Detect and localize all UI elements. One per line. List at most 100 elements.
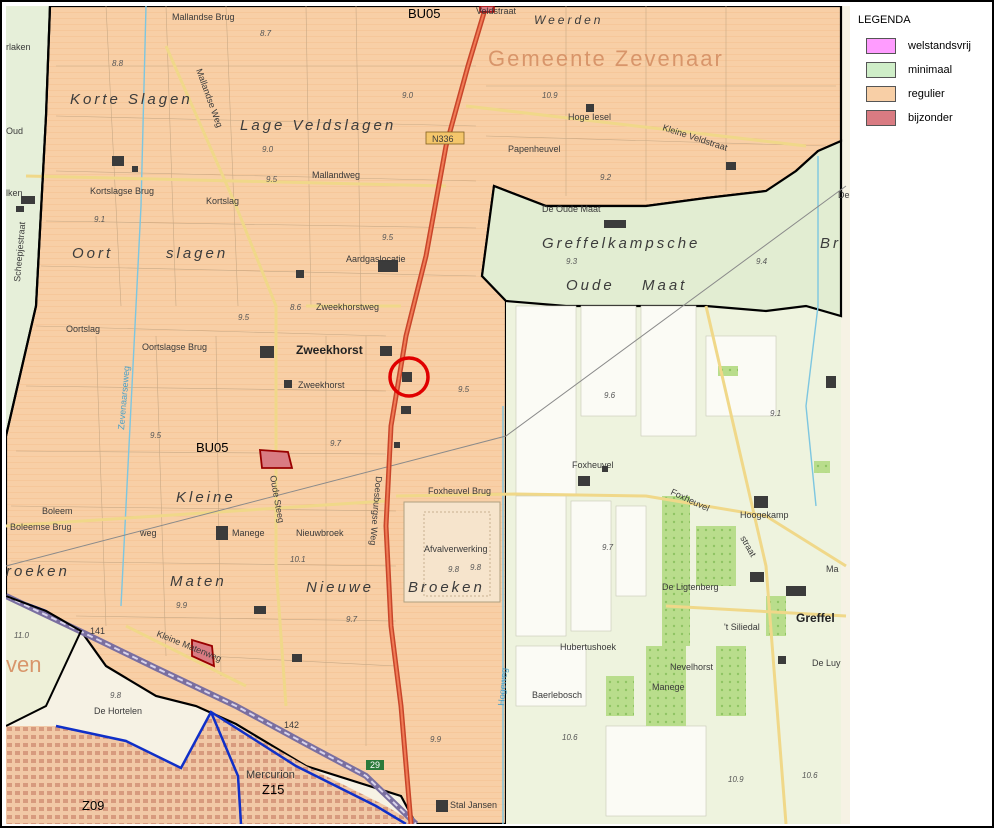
legend-swatch: [866, 38, 896, 54]
map-legend: LEGENDA welstandsvrij minimaal regulier …: [854, 10, 990, 130]
label-de-luy: De Luy: [812, 658, 841, 668]
label-mallandweg: Mallandweg: [312, 170, 360, 180]
road-number-141: 141: [90, 626, 105, 636]
label-greffel: Greffel: [796, 611, 835, 625]
label-manege: Manege: [232, 528, 265, 538]
road-number-142: 142: [284, 720, 299, 730]
label-boleem: Boleem: [42, 506, 73, 516]
height-label: 9.1: [94, 215, 105, 224]
label-afvalverwerking: Afvalverwerking: [424, 544, 488, 554]
label-weg: weg: [139, 528, 157, 538]
height-label: 9.0: [402, 91, 414, 100]
label-manege2: Manege: [652, 682, 685, 692]
label-nieuwbroek: Nieuwbroek: [296, 528, 344, 538]
label-lken: lken: [6, 188, 23, 198]
legend-label: bijzonder: [908, 112, 953, 124]
label-de-ligtenberg: De Ligtenberg: [662, 582, 719, 592]
height-label: 10.1: [290, 555, 306, 564]
height-label: 9.7: [346, 615, 358, 624]
label-mercurion: Mercurion: [246, 769, 295, 781]
height-label: 9.4: [756, 257, 768, 266]
label-veldstraat: Veldstraat: [476, 6, 517, 16]
label-oude: Oude: [566, 277, 615, 294]
legend-swatch: [866, 86, 896, 102]
height-label: 9.7: [330, 439, 342, 448]
zone-code-bu05-mid: BU05: [196, 440, 229, 455]
zone-code-z15: Z15: [262, 782, 284, 797]
height-label: 8.7: [260, 29, 272, 38]
label-weerden: Weerden: [534, 13, 603, 27]
label-slagen: slagen: [166, 245, 228, 262]
height-label: 9.5: [382, 233, 394, 242]
height-label: 10.9: [728, 775, 744, 784]
label-oud: Oud: [6, 126, 23, 136]
label-ven: ven: [6, 652, 41, 677]
label-de-oude-maat: De Oude Maat: [542, 204, 601, 214]
zone-code-z09: Z09: [82, 798, 104, 813]
label-aardgaslocatie: Aardgaslocatie: [346, 254, 406, 264]
label-municipality: Gemeente Zevenaar: [488, 46, 724, 71]
height-label: 9.5: [458, 385, 470, 394]
road-number-29: 29: [370, 760, 380, 770]
height-label: 9.5: [266, 175, 278, 184]
label-oortslag: Oortslag: [66, 324, 100, 334]
label-mallandse-brug: Mallandse Brug: [172, 12, 235, 22]
height-label: 9.1: [770, 409, 781, 418]
label-lage-veldslagen: Lage Veldslagen: [240, 117, 396, 134]
legend-item-minimaal: minimaal: [866, 58, 990, 82]
legend-item-welstandsvrij: welstandsvrij: [866, 34, 990, 58]
label-br: Br: [820, 235, 841, 252]
height-label: 8.8: [112, 59, 124, 68]
label-de: De: [838, 190, 850, 200]
height-label: 8.6: [290, 303, 302, 312]
label-nieuwe: Nieuwe: [306, 579, 374, 596]
map-canvas: Gemeente Zevenaar Korte Slagen Lage Veld…: [6, 6, 850, 824]
zone-code-bu05-top: BU05: [408, 6, 441, 21]
height-label: 11.0: [14, 631, 30, 640]
map-window: Gemeente Zevenaar Korte Slagen Lage Veld…: [0, 0, 994, 828]
label-foxheuvel: Foxheuvel: [572, 460, 614, 470]
height-label: 9.0: [262, 145, 274, 154]
label-maat: Maat: [642, 277, 687, 294]
label-n336: N336: [432, 134, 454, 144]
label-stal-jansen: Stal Jansen: [450, 800, 497, 810]
label-boleemse-brug: Boleemse Brug: [10, 522, 72, 532]
height-label: 9.8: [110, 691, 122, 700]
label-hoge-iesel: Hoge Iesel: [568, 112, 611, 122]
height-label: 9.9: [430, 735, 442, 744]
height-label: 10.9: [542, 91, 558, 100]
label-kortslagse-brug: Kortslagse Brug: [90, 186, 154, 196]
legend-title: LEGENDA: [858, 14, 911, 26]
label-hubertushoek: Hubertushoek: [560, 642, 617, 652]
label-hoogekamp: Hoogekamp: [740, 510, 789, 520]
label-broeken: Broeken: [408, 579, 485, 596]
label-zweekhorst: Zweekhorst: [298, 380, 345, 390]
legend-swatch: [866, 110, 896, 126]
label-baerlebosch: Baerlebosch: [532, 690, 582, 700]
label-korte-slagen: Korte Slagen: [70, 91, 193, 108]
label-de-hortelen: De Hortelen: [94, 706, 142, 716]
height-label: 9.3: [566, 257, 578, 266]
label-foxheuvel-brug: Foxheuvel Brug: [428, 486, 491, 496]
height-label: 9.8: [470, 563, 482, 572]
legend-label: regulier: [908, 88, 945, 100]
label-nevelhorst: Nevelhorst: [670, 662, 714, 672]
legend-swatch: [866, 62, 896, 78]
legend-item-regulier: regulier: [866, 82, 990, 106]
height-label: 9.6: [604, 391, 616, 400]
height-label: 9.8: [448, 565, 460, 574]
label-zweekhorstweg: Zweekhorstweg: [316, 302, 379, 312]
label-kleine: Kleine: [176, 489, 236, 506]
height-label: 9.5: [238, 313, 250, 322]
label-oortslagse-brug: Oortslagse Brug: [142, 342, 207, 352]
height-label: 9.7: [602, 543, 614, 552]
height-label: 9.2: [600, 173, 612, 182]
zone-bijzonder-bu05: [258, 449, 294, 469]
height-label: 9.5: [150, 431, 162, 440]
label-t-siliedal: 't Siliedal: [724, 622, 760, 632]
legend-item-bijzonder: bijzonder: [866, 106, 990, 130]
zoning-map[interactable]: Gemeente Zevenaar Korte Slagen Lage Veld…: [6, 6, 850, 824]
height-label: 9.9: [176, 601, 188, 610]
label-maten: Maten: [170, 573, 227, 590]
height-label: 10.6: [562, 733, 578, 742]
